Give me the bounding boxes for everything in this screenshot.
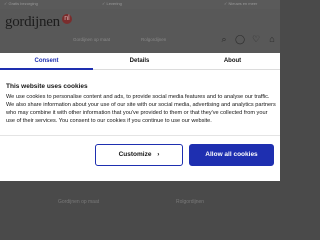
- account-icon[interactable]: ◯: [234, 33, 246, 45]
- site-logo[interactable]: gordijnen: [5, 14, 60, 31]
- usp-item: ✓ Gratis bezorging: [4, 1, 38, 6]
- top-usp-bar: ✓ Gratis bezorging ✓ Levering ✓ Nieuws e…: [0, 0, 280, 9]
- nav-item[interactable]: Rolgordijnen: [141, 37, 166, 42]
- dialog-title: This website uses cookies: [6, 83, 88, 90]
- tab-about[interactable]: About: [186, 53, 279, 70]
- usp-item: ✓ Nieuws en meer: [224, 1, 258, 6]
- allow-all-cookies-button[interactable]: Allow all cookies: [189, 144, 274, 166]
- divider: [0, 135, 280, 136]
- customize-label: Customize: [118, 151, 152, 158]
- nav-item[interactable]: Gordijnen op maat: [73, 37, 110, 42]
- footer-link[interactable]: Gordijnen op maat: [58, 199, 99, 205]
- cart-icon[interactable]: ⌂: [266, 33, 278, 45]
- search-icon[interactable]: ⌕: [218, 33, 230, 45]
- usp-item: ✓ Levering: [102, 1, 122, 6]
- chevron-right-icon: ›: [157, 151, 160, 158]
- cookie-consent-dialog: Consent Details About This website uses …: [0, 53, 280, 181]
- customize-button[interactable]: Customize ›: [95, 144, 183, 166]
- heart-icon[interactable]: ♡: [250, 33, 262, 45]
- logo-badge: nl: [62, 14, 72, 24]
- dialog-body: We use cookies to personalise content an…: [6, 94, 276, 124]
- footer-link[interactable]: Rolgordijnen: [176, 199, 204, 205]
- tab-consent[interactable]: Consent: [0, 53, 93, 70]
- tab-details[interactable]: Details: [93, 53, 186, 70]
- dialog-tabs: Consent Details About: [0, 53, 280, 70]
